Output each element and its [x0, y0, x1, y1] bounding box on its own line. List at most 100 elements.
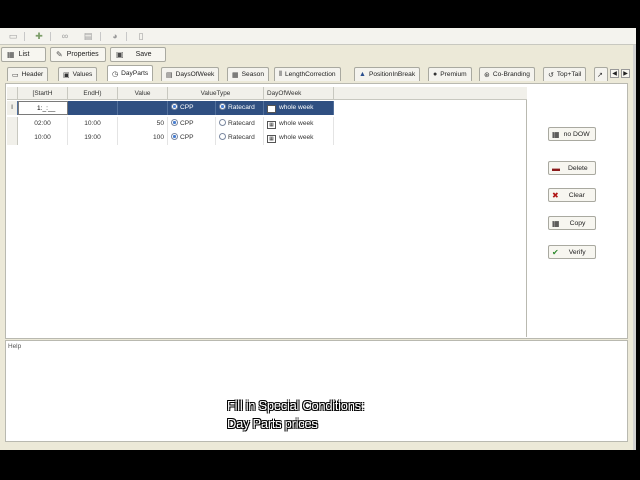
- tab-values[interactable]: ▣ Values: [58, 67, 98, 81]
- column-header-starth[interactable]: [StartH: [18, 87, 68, 100]
- column-header-valuetype[interactable]: ValueType: [168, 87, 264, 100]
- value-cell[interactable]: [118, 101, 168, 115]
- document-icon[interactable]: ▯: [135, 31, 147, 42]
- help-label: Help: [8, 343, 22, 350]
- position-icon: ▲: [359, 71, 366, 78]
- calendar-icon: ▦: [267, 105, 276, 113]
- refresh-icon[interactable]: ◕: [109, 31, 121, 42]
- table-row[interactable]: 02:00 10:00 50 CPP Ratecard ▦ whole week: [7, 117, 334, 131]
- action-bar: ▦ List ✎ Properties ▣ Save: [0, 46, 636, 64]
- verify-button[interactable]: ✔ Verify: [548, 245, 596, 259]
- table-row-new[interactable]: I 1:_:__ CPP Ratecard ▦ whole week: [7, 101, 334, 115]
- tab-label: Values: [72, 71, 93, 78]
- app-window: ▭ ✚ ∞ ▤ ◕ ▯ ▦ List ✎ Properties ▣ Save ▭…: [0, 28, 636, 450]
- tab-label: Co-Branding: [492, 71, 530, 78]
- tab-positioninbreak[interactable]: ▲ PositionInBreak: [354, 67, 421, 81]
- clock-icon: ◷: [112, 70, 119, 78]
- cpp-radio[interactable]: CPP: [168, 131, 216, 145]
- table-icon[interactable]: ▤: [82, 31, 94, 42]
- cpp-label: CPP: [180, 104, 194, 111]
- tab-cobranding[interactable]: ⊛ Co-Branding: [479, 67, 535, 81]
- tab-lengthcorrection[interactable]: ⫴ LengthCorrection: [274, 67, 341, 81]
- tab-scroll-left-icon[interactable]: ◀: [610, 69, 619, 78]
- dow-label: whole week: [279, 104, 314, 111]
- starth-cell[interactable]: 10:00: [18, 131, 68, 145]
- header-icon: ▭: [12, 71, 19, 79]
- row-marker: I: [7, 101, 18, 115]
- radio-selected-icon: [171, 103, 178, 110]
- dow-label: whole week: [279, 134, 314, 141]
- cobranding-icon: ⊛: [484, 71, 490, 79]
- tab-toptail[interactable]: ↺ Top+Tail: [543, 67, 587, 81]
- grid-icon: ▦: [232, 71, 239, 79]
- radio-icon: [219, 133, 226, 140]
- properties-icon: ✎: [56, 50, 63, 59]
- tab-season[interactable]: ▦ Season: [227, 67, 269, 81]
- row-header-corner: [7, 87, 18, 100]
- tab-overflow[interactable]: ↗: [594, 67, 608, 81]
- endh-cell[interactable]: [68, 101, 118, 115]
- ruler-icon: ⫴: [279, 70, 282, 78]
- properties-button[interactable]: ✎ Properties: [50, 47, 106, 62]
- grid-header: [StartH EndH) Value ValueType DayOfWeek: [7, 87, 527, 100]
- column-label: EndH: [83, 90, 100, 97]
- value-cell[interactable]: 100: [118, 131, 168, 145]
- delete-label: Delete: [568, 164, 588, 172]
- cpp-label: CPP: [180, 134, 194, 141]
- cpp-label: CPP: [180, 120, 194, 127]
- starth-input[interactable]: 1:_:__: [18, 101, 68, 115]
- copy-icon: ▦: [552, 218, 560, 228]
- column-header-endh[interactable]: EndH): [68, 87, 118, 100]
- row-header[interactable]: [7, 131, 18, 145]
- table-row[interactable]: 10:00 19:00 100 CPP Ratecard ▦ whole week: [7, 131, 334, 145]
- verify-label: Verify: [568, 248, 586, 256]
- column-header-value[interactable]: Value: [118, 87, 168, 100]
- add-icon[interactable]: ✚: [33, 31, 45, 42]
- list-button[interactable]: ▦ List: [1, 47, 46, 62]
- tab-header[interactable]: ▭ Header: [7, 67, 49, 81]
- delete-button[interactable]: ▬ Delete: [548, 161, 596, 175]
- clear-label: Clear: [568, 191, 585, 199]
- row-header[interactable]: [7, 117, 18, 131]
- tab-label: Top+Tail: [556, 71, 582, 78]
- tab-daysofweek[interactable]: ▤ DaysOfWeek: [161, 67, 220, 81]
- top-toolbar: ▭ ✚ ∞ ▤ ◕ ▯: [0, 28, 636, 45]
- ratecard-radio[interactable]: Ratecard: [216, 101, 264, 115]
- cpp-radio[interactable]: CPP: [168, 117, 216, 131]
- ratecard-radio[interactable]: Ratecard: [216, 117, 264, 131]
- properties-label: Properties: [66, 51, 99, 58]
- tab-premium[interactable]: ● Premium: [428, 67, 472, 81]
- tab-bar: ▭ Header ▣ Values ◷ DayParts ▤ DaysOfWeek ▦ S…: [0, 65, 636, 82]
- caption-line-2: Day Parts prices: [227, 416, 318, 431]
- copy-button[interactable]: ▦ Copy: [548, 216, 596, 230]
- dow-cell[interactable]: ▦ whole week: [264, 117, 334, 131]
- clear-button[interactable]: ✖ Clear: [548, 188, 596, 202]
- check-icon: ✔: [552, 247, 559, 257]
- list-label: List: [18, 51, 30, 58]
- clear-icon: ✖: [552, 190, 559, 200]
- calendar-icon: ▤: [166, 71, 173, 79]
- tab-label: Header: [21, 71, 44, 78]
- tab-label: PositionInBreak: [368, 71, 416, 78]
- dow-cell[interactable]: ▦ whole week: [264, 131, 334, 145]
- toptail-icon: ↺: [548, 71, 554, 79]
- endh-cell[interactable]: 10:00: [68, 117, 118, 131]
- dow-cell[interactable]: ▦ whole week: [264, 101, 334, 115]
- calendar-icon: ▦: [552, 129, 560, 139]
- cpp-radio[interactable]: CPP: [168, 101, 216, 115]
- column-header-dayofweek[interactable]: DayOfWeek: [264, 87, 334, 100]
- save-button[interactable]: ▣ Save: [110, 47, 166, 62]
- save-icon: ▣: [116, 50, 124, 59]
- no-dow-button[interactable]: ▦ no DOW: [548, 127, 596, 141]
- tab-scroll-right-icon[interactable]: ▶: [621, 69, 630, 78]
- ratecard-label: Ratecard: [228, 120, 255, 127]
- value-cell[interactable]: 50: [118, 117, 168, 131]
- tab-dayparts[interactable]: ◷ DayParts: [107, 65, 154, 81]
- endh-cell[interactable]: 19:00: [68, 131, 118, 145]
- link-icon[interactable]: ∞: [59, 31, 71, 42]
- ratecard-radio[interactable]: Ratecard: [216, 131, 264, 145]
- toolbar-separator: [126, 32, 127, 41]
- new-icon[interactable]: ▭: [7, 31, 19, 42]
- starth-cell[interactable]: 02:00: [18, 117, 68, 131]
- tab-label: DaysOfWeek: [175, 71, 215, 78]
